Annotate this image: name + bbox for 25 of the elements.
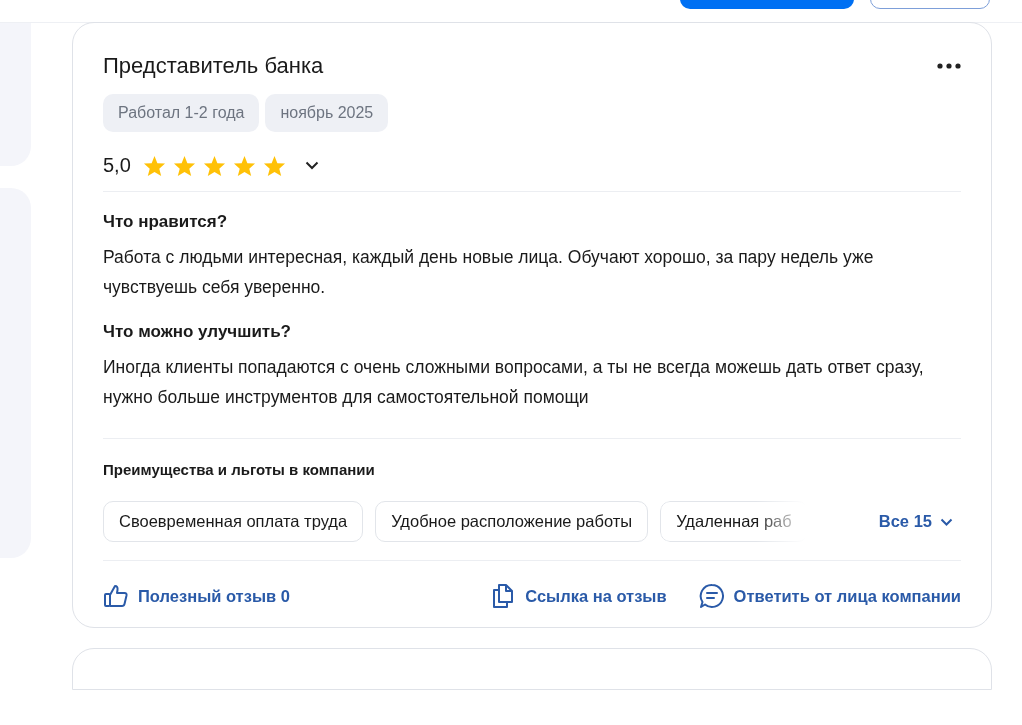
section-heading: Что нравится? [103, 212, 229, 232]
thumbs-up-icon [103, 583, 129, 609]
like-link[interactable]: Полезный отзыв 0 [103, 583, 290, 609]
benefit-chip: Своевременная оплата труда [103, 501, 364, 542]
rating-score: 5,0 [103, 154, 131, 177]
tag: ноябрь 2025 [265, 94, 389, 132]
chat-icon [698, 583, 725, 609]
more-icon[interactable] [937, 63, 961, 69]
star-icon [172, 154, 196, 177]
benefits-heading: Преимущества и льготы в компании [103, 438, 961, 478]
chevron-icon [940, 517, 953, 526]
review-text: Работа с людьми интересная, каждый день новые лица. Обучают хорошо, за пару недель уже чувствуешь себя уверенно. [103, 246, 875, 299]
review-text: Иногда клиенты попадаются с очень сложными вопросами, а ты не всегда можешь дать ответ сразу, нужно больше инструментов для самостоятельной помощи [103, 356, 925, 409]
star-icon [142, 154, 166, 177]
star-icon [232, 154, 256, 177]
chevron-icon[interactable] [304, 161, 319, 170]
benefit-chip: Удобное расположение работы [375, 501, 649, 542]
star-icon [202, 154, 226, 177]
show-all-button[interactable]: Все 15 [878, 512, 961, 531]
section-heading: Что можно улучшить? [103, 322, 292, 342]
copy-link[interactable]: Ссылка на отзыв [490, 583, 667, 609]
star-icon [262, 154, 286, 177]
reply-link[interactable]: Ответить от лица компании [698, 583, 961, 609]
review-title: Представитель банка [103, 53, 324, 79]
tag: Работал 1-2 года [103, 94, 260, 132]
